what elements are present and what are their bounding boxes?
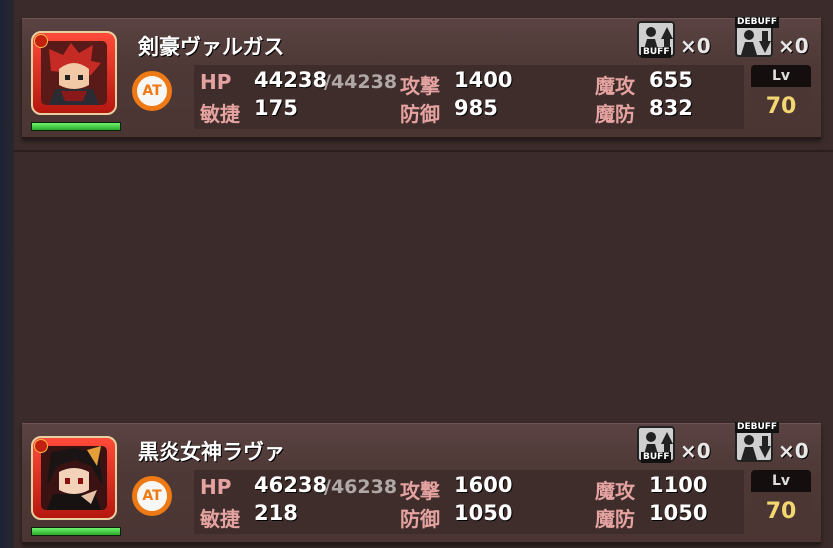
mdef-label: 魔防 xyxy=(595,507,635,531)
mdef-label: 魔防 xyxy=(595,102,635,126)
unit-name: 黒炎女神ラヴァ xyxy=(138,440,285,464)
def-value: 985 xyxy=(454,96,498,120)
hp-label: HP xyxy=(200,70,232,94)
agi-label: 敏捷 xyxy=(200,507,240,531)
atk-value: 1600 xyxy=(454,473,513,497)
hp-bar xyxy=(31,122,121,131)
debuff-tag: DEBUFF xyxy=(735,422,780,433)
level-label: Lv xyxy=(751,65,811,87)
debuff-icon[interactable]: DEBUFF xyxy=(735,422,780,464)
level-value: 70 xyxy=(765,94,797,119)
stats-panel: HP 44238 /44238 攻撃 1400 魔攻 655 敏捷 175 防御… xyxy=(194,65,744,129)
hp-max: /46238 xyxy=(324,476,398,498)
agi-value: 175 xyxy=(254,96,298,120)
buff-count: ×0 xyxy=(680,439,711,463)
def-value: 1050 xyxy=(454,501,513,525)
buff-icon[interactable]: BUFF xyxy=(637,19,677,59)
hp-bar xyxy=(31,527,121,536)
buff-tag: BUFF xyxy=(641,47,672,58)
buff-count: ×0 xyxy=(680,34,711,58)
level-box: Lv 70 xyxy=(751,470,811,534)
unit-name: 剣豪ヴァルガス xyxy=(138,35,285,59)
hp-max: /44238 xyxy=(324,71,398,93)
hp-bar-fill xyxy=(32,528,120,535)
hp-value: 44238 xyxy=(254,68,328,92)
def-label: 防御 xyxy=(400,102,440,126)
left-edge-strip xyxy=(0,0,14,548)
mdef-value: 1050 xyxy=(649,501,708,525)
hp-bar-fill xyxy=(32,123,120,130)
character-portrait-vargas xyxy=(41,41,107,105)
agi-value: 218 xyxy=(254,501,298,525)
fire-icon xyxy=(34,34,48,48)
unit-portrait[interactable] xyxy=(31,31,117,115)
role-badge: AT xyxy=(132,476,172,516)
hp-label: HP xyxy=(200,475,232,499)
buff-tag: BUFF xyxy=(641,452,672,463)
level-value: 70 xyxy=(765,499,797,524)
buff-icon[interactable]: BUFF xyxy=(637,424,677,464)
debuff-count: ×0 xyxy=(778,439,809,463)
character-portrait-lava xyxy=(41,446,107,510)
level-label: Lv xyxy=(751,470,811,492)
atk-label: 攻撃 xyxy=(400,74,440,98)
agi-label: 敏捷 xyxy=(200,102,240,126)
matk-value: 1100 xyxy=(649,473,708,497)
matk-value: 655 xyxy=(649,68,693,92)
level-box: Lv 70 xyxy=(751,65,811,129)
debuff-tag: DEBUFF xyxy=(735,17,780,28)
matk-label: 魔攻 xyxy=(595,74,635,98)
atk-label: 攻撃 xyxy=(400,479,440,503)
atk-value: 1400 xyxy=(454,68,513,92)
fire-icon xyxy=(34,439,48,453)
unit-portrait[interactable] xyxy=(31,436,117,520)
unit-card[interactable]: 黒炎女神ラヴァ AT HP 46238 /46238 攻撃 1600 魔攻 11… xyxy=(22,422,821,544)
mdef-value: 832 xyxy=(649,96,693,120)
debuff-count: ×0 xyxy=(778,34,809,58)
unit-card[interactable]: 剣豪ヴァルガス AT HP 44238 /44238 攻撃 1400 魔攻 65… xyxy=(22,17,821,139)
hp-value: 46238 xyxy=(254,473,328,497)
def-label: 防御 xyxy=(400,507,440,531)
debuff-icon[interactable]: DEBUFF xyxy=(735,17,780,59)
divider xyxy=(14,150,833,152)
stats-panel: HP 46238 /46238 攻撃 1600 魔攻 1100 敏捷 218 防… xyxy=(194,470,744,534)
role-badge: AT xyxy=(132,71,172,111)
matk-label: 魔攻 xyxy=(595,479,635,503)
